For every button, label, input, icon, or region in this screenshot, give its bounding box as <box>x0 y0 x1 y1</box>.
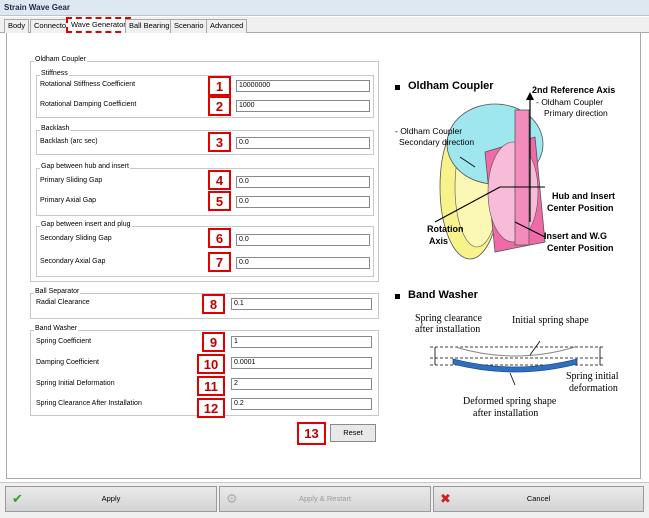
callout-8: 8 <box>202 294 225 314</box>
deformation-label-1: Spring initial <box>566 371 619 382</box>
tab-bar: Body Connector Wave Generator Ball Beari… <box>0 17 649 33</box>
primary-axial-gap-label: Primary Axial Gap <box>40 197 97 204</box>
callout-7: 7 <box>208 252 231 272</box>
check-icon: ✔ <box>12 491 23 506</box>
hub-insert-label-1: Hub and Insert <box>552 191 616 201</box>
backlash-label: Backlash (arc sec) <box>40 138 98 145</box>
primary-sliding-gap-input[interactable]: 0.0 <box>236 176 370 188</box>
restart-icon: ⚙ <box>226 491 238 506</box>
callout-2: 2 <box>208 96 231 116</box>
clearance-label-1: Spring clearance <box>415 313 482 324</box>
apply-restart-label: Apply & Restart <box>298 494 352 503</box>
rotational-damping-input[interactable]: 1000 <box>236 100 370 112</box>
bullet-icon <box>395 294 400 299</box>
primary-direction-label-1: - Oldham Coupler <box>536 97 604 107</box>
cancel-button[interactable]: ✖ Cancel <box>433 486 644 512</box>
ref-axis-label: 2nd Reference Axis <box>532 85 616 95</box>
spring-initial-deformation-label: Spring Initial Deformation <box>36 380 115 387</box>
cancel-label: Cancel <box>526 494 551 503</box>
secondary-axial-gap-input[interactable]: 0.0 <box>236 257 370 269</box>
backlash-input[interactable]: 0.0 <box>236 137 370 149</box>
pink-flange <box>514 109 530 246</box>
callout-4: 4 <box>208 170 231 190</box>
window-titlebar: Strain Wave Gear <box>0 0 649 16</box>
primary-sliding-gap-label: Primary Sliding Gap <box>40 177 103 184</box>
callout-11: 11 <box>197 376 225 396</box>
tab-wave-generator[interactable]: Wave Generator <box>66 17 131 33</box>
stiffness-legend: Stiffness <box>40 70 69 77</box>
secondary-axial-gap-label: Secondary Axial Gap <box>40 258 106 265</box>
deformation-label-2: deformation <box>569 383 618 394</box>
rotational-stiffness-input[interactable]: 10000000 <box>236 80 370 92</box>
tab-advanced[interactable]: Advanced <box>206 19 248 33</box>
callout-5: 5 <box>208 191 231 211</box>
apply-label: Apply <box>101 494 121 503</box>
rotation-axis-label-1: Rotation <box>427 224 464 234</box>
spring-coefficient-label: Spring Coefficient <box>36 338 92 345</box>
band-washer-diagram-heading: Band Washer <box>408 289 478 301</box>
radial-clearance-input[interactable]: 0.1 <box>231 298 372 310</box>
oldham-diagram-heading: Oldham Coupler <box>408 80 494 92</box>
callout-3: 3 <box>208 132 231 152</box>
rotational-stiffness-label: Rotational Stiffness Coefficient <box>40 81 136 88</box>
primary-axial-gap-input[interactable]: 0.0 <box>236 196 370 208</box>
primary-direction-label-2: Primary direction <box>544 108 608 118</box>
radial-clearance-label: Radial Clearance <box>36 299 90 306</box>
callout-6: 6 <box>208 228 231 248</box>
damping-coefficient-input[interactable]: 0.0001 <box>231 357 372 369</box>
hub-insert-label-2: Center Position <box>547 203 614 213</box>
bullet-icon <box>395 85 400 90</box>
secondary-direction-label-1: - Oldham Coupler <box>395 126 463 136</box>
apply-restart-button[interactable]: ⚙ Apply & Restart <box>219 486 431 512</box>
deformed-shape-label-2: after installation <box>473 408 539 419</box>
initial-shape-label: Initial spring shape <box>512 315 589 326</box>
deformed-spring-shape <box>452 358 578 373</box>
initial-spring-shape <box>454 346 576 357</box>
secondary-direction-label-2: Secondary direction <box>399 137 475 147</box>
clearance-label-2: after installation <box>415 324 481 335</box>
deformed-pointer <box>509 372 516 386</box>
callout-1: 1 <box>208 76 231 96</box>
tab-scenario[interactable]: Scenario <box>170 19 208 33</box>
spring-clearance-label: Spring Clearance After Installation <box>36 400 142 407</box>
deformed-shape-label-1: Deformed spring shape <box>463 396 557 407</box>
reset-button[interactable]: Reset <box>330 424 376 442</box>
insert-wg-label-2: Center Position <box>547 243 614 253</box>
ball-separator-legend: Ball Separator <box>34 288 81 295</box>
spring-clearance-input[interactable]: 0.2 <box>231 398 372 410</box>
close-icon: ✖ <box>440 491 451 506</box>
apply-button[interactable]: ✔ Apply <box>5 486 217 512</box>
band-washer-legend: Band Washer <box>34 325 79 332</box>
gap-plug-legend: Gap between insert and plug <box>40 221 132 228</box>
callout-10: 10 <box>197 354 225 374</box>
callout-12: 12 <box>197 398 225 418</box>
tab-ball-bearing[interactable]: Ball Bearing <box>125 19 174 33</box>
spring-initial-deformation-input[interactable]: 2 <box>231 378 372 390</box>
gap-hub-legend: Gap between hub and insert <box>40 163 130 170</box>
secondary-sliding-gap-label: Secondary Sliding Gap <box>40 235 112 242</box>
rotational-damping-label: Rotational Damping Coefficient <box>40 101 137 108</box>
initial-pointer <box>529 340 541 356</box>
spring-coefficient-input[interactable]: 1 <box>231 336 372 348</box>
tab-body[interactable]: Body <box>4 19 30 33</box>
secondary-sliding-gap-input[interactable]: 0.0 <box>236 234 370 246</box>
oldham-coupler-legend: Oldham Coupler <box>34 56 87 63</box>
rotation-axis-label-2: Axis <box>429 236 449 246</box>
backlash-legend: Backlash <box>40 125 71 132</box>
callout-9: 9 <box>202 332 225 352</box>
window-title: Strain Wave Gear <box>4 3 70 12</box>
damping-coefficient-label: Damping Coefficient <box>36 359 99 366</box>
callout-13: 13 <box>297 422 326 445</box>
insert-wg-label-1: Insert and W.G <box>544 231 608 241</box>
